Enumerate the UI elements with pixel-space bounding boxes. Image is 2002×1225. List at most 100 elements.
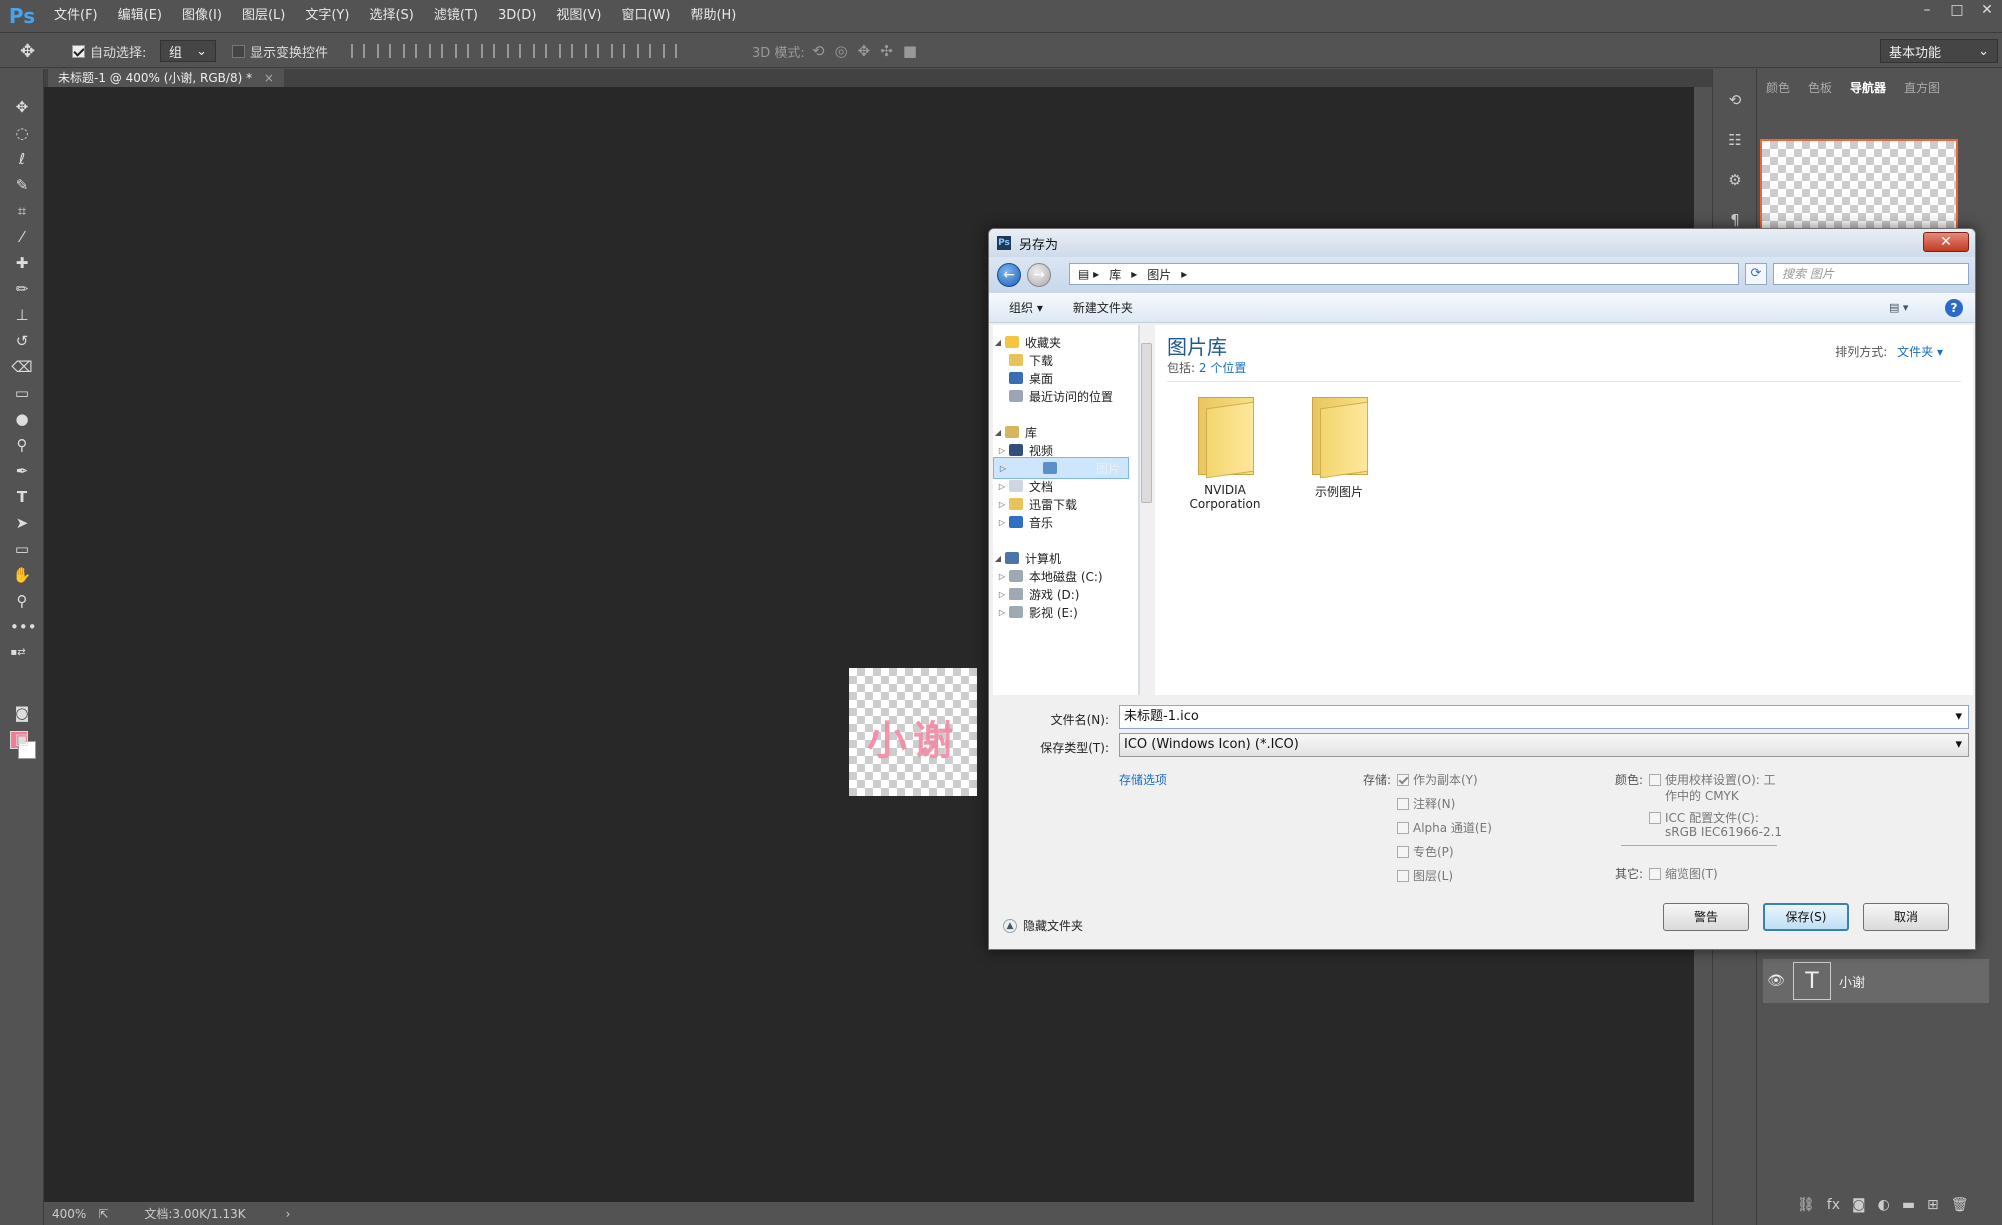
menu-layer[interactable]: 图层(L) [232, 0, 295, 32]
marquee-tool-icon[interactable]: ◌ [10, 121, 34, 145]
save-button[interactable]: 保存(S) [1763, 903, 1849, 931]
tab-color[interactable]: 颜色 [1757, 77, 1799, 99]
distribute-bottom-icon[interactable] [559, 44, 573, 58]
eye-icon[interactable]: 👁 [1763, 973, 1789, 989]
auto-align-icon[interactable] [663, 44, 677, 58]
maximize-button[interactable]: □ [1942, 0, 1972, 22]
distribute-left-icon[interactable] [585, 44, 599, 58]
hide-folders-toggle[interactable]: ▲ 隐藏文件夹 [1003, 917, 1083, 934]
menu-help[interactable]: 帮助(H) [680, 0, 746, 32]
brush-tool-icon[interactable]: ✏ [10, 277, 34, 301]
healing-brush-tool-icon[interactable]: ✚ [10, 251, 34, 275]
search-input[interactable]: 搜索 图片 [1773, 263, 1969, 285]
menu-file[interactable]: 文件(F) [44, 0, 108, 32]
thumbnail-checkbox[interactable]: 缩览图(T) [1649, 865, 1718, 882]
adjust-panel-icon[interactable]: ⚙ [1723, 171, 1747, 195]
status-menu-arrow-icon[interactable]: › [286, 1207, 291, 1221]
organize-button[interactable]: 组织 ▾ [1009, 299, 1043, 316]
notes-checkbox[interactable]: 注释(N) [1397, 795, 1455, 812]
distribute-hcenter-icon[interactable] [611, 44, 625, 58]
document-canvas[interactable]: 小谢 [849, 668, 977, 796]
fx-icon[interactable]: fx [1827, 1197, 1840, 1213]
zoom-tool-icon[interactable]: ⚲ [10, 589, 34, 613]
layers-checkbox[interactable]: 图层(L) [1397, 867, 1453, 884]
nav-scrollbar[interactable] [1139, 325, 1153, 695]
back-arrow-icon[interactable]: ← [997, 263, 1021, 287]
icc-profile-checkbox[interactable]: ICC 配置文件(C): [1649, 809, 1759, 826]
minimize-button[interactable]: – [1912, 0, 1942, 22]
library-locations-link[interactable]: 2 个位置 [1199, 361, 1246, 375]
history-brush-tool-icon[interactable]: ↺ [10, 329, 34, 353]
nav-recent[interactable]: 最近访问的位置 [993, 385, 1129, 407]
gradient-tool-icon[interactable]: ▭ [10, 381, 34, 405]
change-view-icon[interactable]: ▤ ▾ [1889, 301, 1917, 315]
savetype-dropdown[interactable]: ICO (Windows Icon) (*.ICO) ▾ [1119, 733, 1969, 757]
roll-3d-icon[interactable]: ◎ [835, 42, 848, 60]
screen-mode-icon[interactable]: ▣ [10, 727, 34, 751]
layer-row[interactable]: 👁 T 小谢 [1763, 959, 1989, 1003]
forward-arrow-icon[interactable]: → [1027, 263, 1051, 287]
zoom-level[interactable]: 400% [52, 1207, 86, 1221]
alpha-checkbox[interactable]: Alpha 通道(E) [1397, 819, 1492, 836]
save-options-link[interactable]: 存储选项 [1119, 771, 1167, 788]
scale-3d-icon[interactable]: ■ [903, 42, 917, 60]
tab-histogram[interactable]: 直方图 [1895, 77, 1949, 99]
menu-3d[interactable]: 3D(D) [488, 0, 546, 32]
tab-swatches[interactable]: 色板 [1799, 77, 1841, 99]
crop-tool-icon[interactable]: ⌗ [10, 199, 34, 223]
menu-window[interactable]: 窗口(W) [611, 0, 680, 32]
proof-setup-checkbox[interactable]: 使用校样设置(O): 工 [1649, 771, 1776, 788]
align-hcenter-icon[interactable] [455, 44, 469, 58]
move-tool-icon[interactable]: ✥ [20, 33, 35, 69]
pen-tool-icon[interactable]: ✒ [10, 459, 34, 483]
spot-color-checkbox[interactable]: 专色(P) [1397, 843, 1454, 860]
nav-scroll-thumb[interactable] [1141, 343, 1152, 503]
folder-item[interactable]: NVIDIA Corporation [1175, 391, 1275, 511]
align-vcenter-icon[interactable] [377, 44, 391, 58]
chevron-down-icon[interactable]: ▾ [1955, 706, 1962, 728]
dodge-tool-icon[interactable]: ⚲ [10, 433, 34, 457]
quick-mask-icon[interactable]: ◙ [10, 701, 34, 725]
workspace-dropdown[interactable]: 基本功能 ⌄ [1880, 39, 1998, 63]
nav-disk-e[interactable]: ▷ 影视 (E:) [993, 601, 1129, 623]
dialog-close-button[interactable]: ✕ [1923, 232, 1969, 252]
tab-navigator[interactable]: 导航器 [1841, 77, 1896, 99]
clone-stamp-tool-icon[interactable]: ⊥ [10, 303, 34, 327]
lasso-tool-icon[interactable]: ℓ [10, 147, 34, 171]
path-select-tool-icon[interactable]: ➤ [10, 511, 34, 535]
eyedropper-tool-icon[interactable]: ⁄ [10, 225, 34, 249]
help-icon[interactable]: ? [1945, 299, 1963, 317]
eraser-tool-icon[interactable]: ⌫ [10, 355, 34, 379]
menu-edit[interactable]: 编辑(E) [108, 0, 172, 32]
more-tools-icon[interactable]: ••• [10, 615, 37, 639]
close-button[interactable]: ✕ [1972, 0, 2002, 22]
menu-view[interactable]: 视图(V) [546, 0, 611, 32]
menu-filter[interactable]: 滤镜(T) [424, 0, 488, 32]
hand-tool-icon[interactable]: ✋ [10, 563, 34, 587]
distribute-right-icon[interactable] [637, 44, 651, 58]
align-top-icon[interactable] [351, 44, 365, 58]
properties-panel-icon[interactable]: ☷ [1723, 131, 1747, 155]
show-transform-checkbox[interactable]: 显示变换控件 [232, 33, 328, 69]
rectangle-tool-icon[interactable]: ▭ [10, 537, 34, 561]
breadcrumb-libraries[interactable]: 库 [1109, 266, 1121, 283]
warning-button[interactable]: 警告 [1663, 903, 1749, 931]
quick-select-tool-icon[interactable]: ✎ [10, 173, 34, 197]
document-tab[interactable]: 未标题-1 @ 400% (小谢, RGB/8) * × [48, 69, 284, 87]
link-layers-icon[interactable]: ⛓ [1797, 1197, 1815, 1213]
adjustment-layer-icon[interactable]: ◐ [1878, 1197, 1890, 1213]
orbit-3d-icon[interactable]: ⟲ [812, 42, 825, 60]
menu-select[interactable]: 选择(S) [359, 0, 423, 32]
move-tool-icon[interactable]: ✥ [10, 95, 34, 119]
history-panel-icon[interactable]: ⟲ [1723, 91, 1747, 115]
new-folder-button[interactable]: 新建文件夹 [1073, 299, 1133, 316]
trash-icon[interactable]: 🗑 [1951, 1197, 1969, 1213]
arrange-dropdown[interactable]: 文件夹 ▾ [1897, 345, 1943, 359]
filename-input[interactable]: 未标题-1.ico ▾ [1119, 705, 1969, 729]
auto-select-dropdown[interactable]: 组 ⌄ [160, 40, 216, 62]
address-bar[interactable]: ▤ ▸ 库 ▸ 图片 ▸ [1069, 263, 1739, 285]
align-bottom-icon[interactable] [403, 44, 417, 58]
folder-item[interactable]: 示例图片 [1289, 391, 1389, 500]
slide-3d-icon[interactable]: ✣ [880, 42, 893, 60]
refresh-icon[interactable]: ⟳ [1745, 263, 1767, 285]
